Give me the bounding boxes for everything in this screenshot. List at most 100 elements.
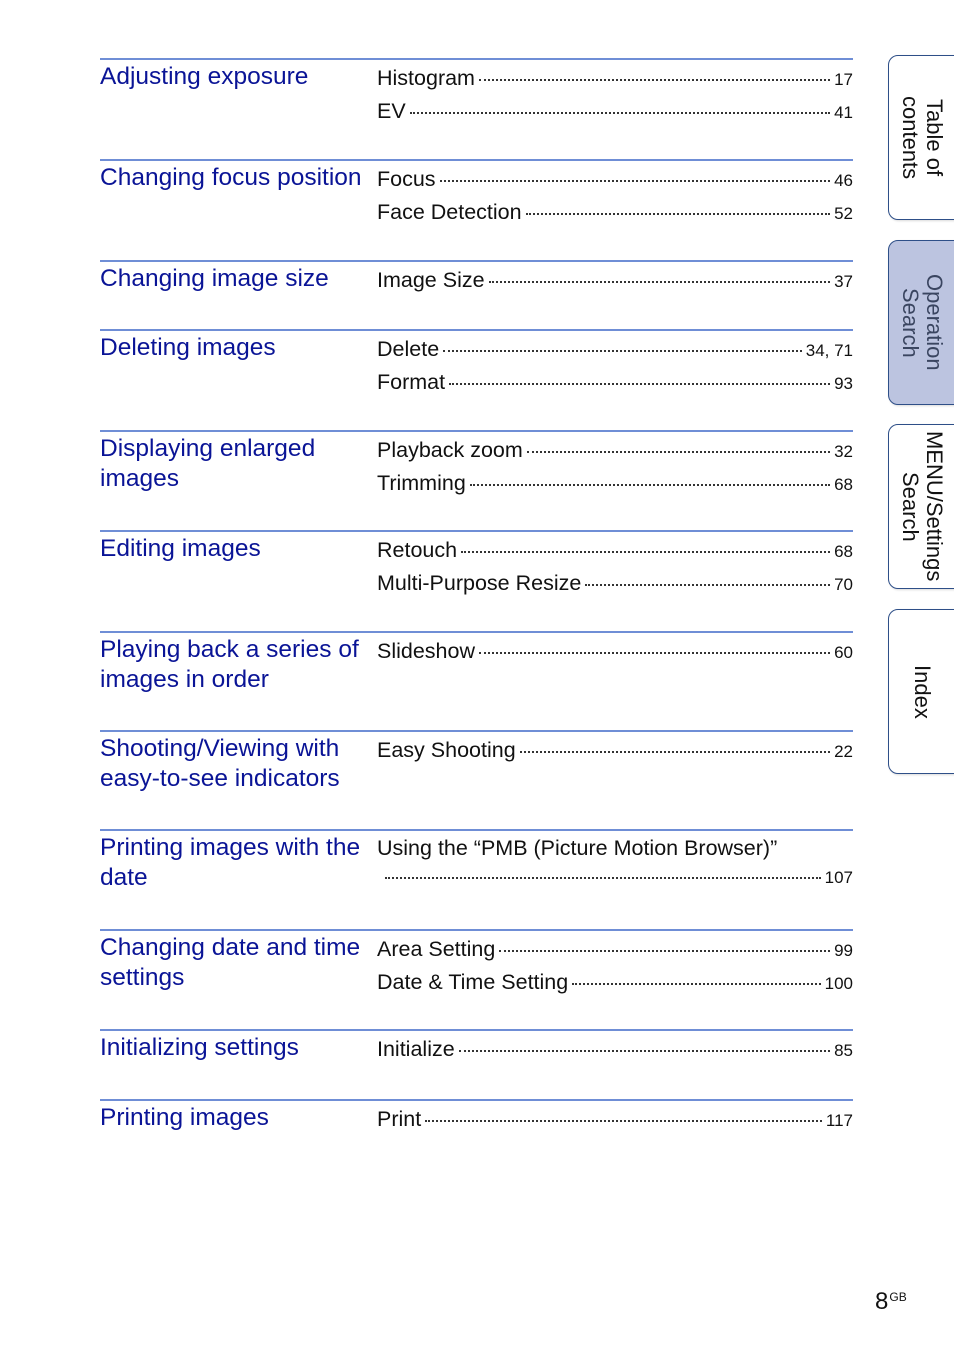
topic-heading: Printing images — [100, 1104, 269, 1131]
page-ref[interactable]: 32 — [834, 435, 853, 468]
page-ref[interactable]: 46 — [834, 164, 853, 197]
entry-focus[interactable]: Focus 46 — [377, 163, 853, 196]
section-adjusting-exposure: Adjusting exposure Histogram 17 EV 41 — [100, 58, 853, 123]
page-ref[interactable]: 68 — [834, 468, 853, 501]
topic-heading: Changing image size — [100, 265, 329, 292]
entry-label: Image Size — [377, 268, 485, 292]
page-number: 8GB — [875, 1288, 907, 1316]
topic-heading: Shooting/Viewing with easy-to-see indica… — [100, 735, 340, 792]
entry-list: Using the “PMB (Picture Motion Browser)”… — [377, 833, 853, 893]
entry-format[interactable]: Format 93 — [377, 366, 853, 399]
entry-slideshow[interactable]: Slideshow 60 — [377, 635, 853, 668]
entry-list: Image Size 37 — [377, 264, 853, 297]
dot-leader — [526, 451, 831, 453]
topic-heading: Displaying enlarged images — [100, 435, 316, 492]
entry-image-size[interactable]: Image Size 37 — [377, 264, 853, 297]
tab-index[interactable]: Index — [888, 609, 954, 774]
topic-heading: Playing back a series of images in order — [100, 636, 359, 693]
entry-list: Print 117 — [377, 1103, 853, 1136]
page-ref[interactable]: 60 — [834, 636, 853, 669]
dot-leader — [478, 79, 831, 81]
topic-heading: Adjusting exposure — [100, 63, 309, 90]
section-printing-with-date: Printing images with the date Using the … — [100, 829, 853, 891]
dot-leader — [488, 281, 831, 283]
entry-delete[interactable]: Delete 34, 71 — [377, 333, 853, 366]
section-initializing-settings: Initializing settings Initialize 85 — [100, 1029, 853, 1061]
tab-label: MENU/Settings Search — [898, 431, 947, 582]
page-ref[interactable]: 107 — [825, 863, 853, 893]
tab-operation-search[interactable]: Operation Search — [888, 240, 954, 405]
section-editing-images: Editing images Retouch 68 Multi-Purpose R… — [100, 530, 853, 595]
entry-label: Trimming — [377, 471, 466, 495]
dot-leader — [525, 213, 831, 215]
topic-heading: Editing images — [100, 535, 261, 562]
page-ref[interactable]: 117 — [826, 1104, 853, 1137]
section-changing-image-size: Changing image size Image Size 37 — [100, 260, 853, 292]
dot-leader — [572, 983, 821, 985]
entry-label: Print — [377, 1107, 422, 1131]
entry-list: Playback zoom 32 Trimming 68 — [377, 434, 853, 500]
page-ref[interactable]: 22 — [834, 735, 853, 768]
dot-leader — [458, 1050, 831, 1052]
entry-multi-purpose-resize[interactable]: Multi-Purpose Resize 70 — [377, 567, 853, 600]
dot-leader — [439, 180, 831, 182]
entry-list: Slideshow 60 — [377, 635, 853, 668]
entry-label: Face Detection — [377, 200, 522, 224]
entry-trimming[interactable]: Trimming 68 — [377, 467, 853, 500]
entry-label: Easy Shooting — [377, 738, 516, 762]
topic-heading: Printing images with the date — [100, 834, 361, 891]
entry-label: Retouch — [377, 538, 458, 562]
entry-using-pmb[interactable]: Using the “PMB (Picture Motion Browser)”… — [377, 833, 853, 893]
section-printing-images: Printing images Print 117 — [100, 1099, 853, 1131]
entry-label: Date & Time Setting — [377, 970, 569, 994]
dot-leader — [469, 484, 831, 486]
entry-print[interactable]: Print 117 — [377, 1103, 853, 1136]
section-playing-back-series: Playing back a series of images in order… — [100, 631, 853, 693]
entry-histogram[interactable]: Histogram 17 — [377, 62, 853, 95]
dot-leader — [385, 877, 821, 879]
entry-retouch[interactable]: Retouch 68 — [377, 534, 853, 567]
tab-label: Index — [910, 664, 935, 719]
page-ref[interactable]: 17 — [834, 63, 853, 96]
entry-label: Format — [377, 370, 446, 394]
page-ref[interactable]: 34, 71 — [806, 334, 853, 367]
tab-menu-settings-search[interactable]: MENU/Settings Search — [888, 424, 954, 589]
entry-playback-zoom[interactable]: Playback zoom 32 — [377, 434, 853, 467]
section-deleting-images: Deleting images Delete 34, 71 Format 93 — [100, 329, 853, 394]
entry-list: Focus 46 Face Detection 52 — [377, 163, 853, 229]
page-ref[interactable]: 99 — [834, 934, 853, 967]
dot-leader — [585, 584, 831, 586]
dot-leader — [449, 383, 831, 385]
page-ref[interactable]: 41 — [834, 96, 853, 129]
page-ref[interactable]: 85 — [834, 1034, 853, 1067]
entry-label: Multi-Purpose Resize — [377, 571, 582, 595]
page-ref[interactable]: 70 — [834, 568, 853, 601]
page-number-value: 8 — [875, 1288, 889, 1315]
page-number-suffix: GB — [889, 1290, 907, 1304]
entry-area-setting[interactable]: Area Setting 99 — [377, 933, 853, 966]
entry-list: Initialize 85 — [377, 1033, 853, 1066]
entry-date-time-setting[interactable]: Date & Time Setting 100 — [377, 966, 853, 999]
entry-face-detection[interactable]: Face Detection 52 — [377, 196, 853, 229]
page-ref[interactable]: 93 — [834, 367, 853, 400]
dot-leader — [479, 652, 831, 654]
dot-leader — [461, 551, 831, 553]
entry-easy-shooting[interactable]: Easy Shooting 22 — [377, 734, 853, 767]
tab-label: Table of contents — [898, 95, 947, 180]
entry-label: EV — [377, 99, 406, 123]
entry-list: Area Setting 99 Date & Time Setting 100 — [377, 933, 853, 999]
tab-table-of-contents[interactable]: Table of contents — [888, 55, 954, 220]
entry-label: Histogram — [377, 66, 475, 90]
topic-heading: Initializing settings — [100, 1034, 299, 1061]
section-shooting-viewing: Shooting/Viewing with easy-to-see indica… — [100, 730, 853, 792]
section-displaying-enlarged: Displaying enlarged images Playback zoom… — [100, 430, 853, 495]
entry-label: Area Setting — [377, 937, 496, 961]
page-ref[interactable]: 37 — [834, 265, 853, 298]
entry-initialize[interactable]: Initialize 85 — [377, 1033, 853, 1066]
page-ref[interactable]: 68 — [834, 535, 853, 568]
page-ref[interactable]: 100 — [825, 967, 853, 1000]
entry-list: Retouch 68 Multi-Purpose Resize 70 — [377, 534, 853, 600]
entry-ev[interactable]: EV 41 — [377, 95, 853, 128]
page-ref[interactable]: 52 — [834, 197, 853, 230]
topic-heading: Deleting images — [100, 334, 276, 361]
